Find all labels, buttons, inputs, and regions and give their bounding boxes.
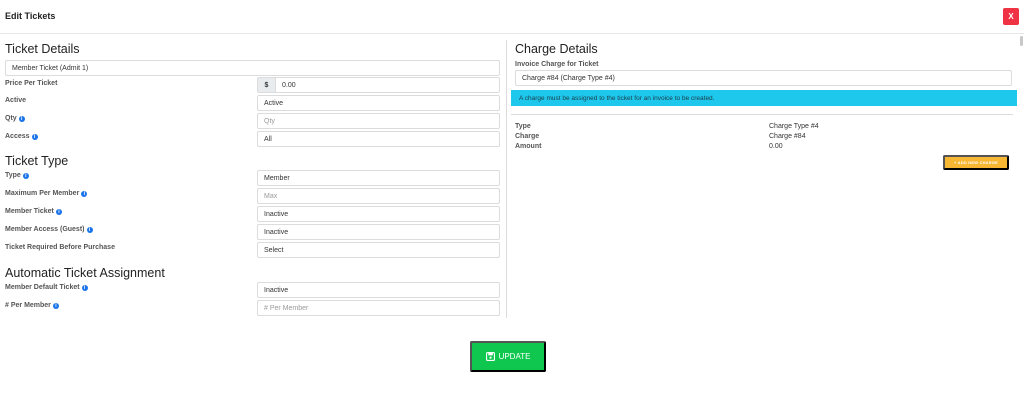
per-member-input[interactable]: # Per Member (257, 300, 500, 316)
charge-type-label: Type (515, 123, 531, 130)
active-label: Active (5, 97, 26, 104)
add-new-charge-button[interactable]: + ADD NEW CHARGE (943, 155, 1009, 170)
charge-value: Charge #84 (769, 133, 806, 140)
ticket-required-select[interactable]: Select (257, 242, 500, 258)
max-per-member-label-text: Maximum Per Member (5, 190, 80, 197)
default-ticket-select[interactable]: Inactive (257, 282, 500, 298)
info-icon[interactable]: i (55, 208, 62, 215)
charge-type-value: Charge Type #4 (769, 123, 819, 130)
member-access-select[interactable]: Inactive (257, 224, 500, 240)
active-label-text: Active (5, 97, 27, 104)
type-label: Type i (5, 172, 29, 179)
invoice-label-text: Invoice Charge for Ticket (515, 61, 599, 68)
qty-label: Qty i (5, 115, 25, 122)
column-divider (506, 40, 507, 318)
info-icon[interactable]: i (22, 172, 29, 179)
default-ticket-label: Member Default Ticket i (5, 284, 88, 291)
access-select[interactable]: All (257, 131, 500, 147)
member-ticket-label: Member Ticket i (5, 208, 62, 215)
member-access-label: Member Access (Guest) i (5, 226, 93, 233)
charge-details-heading: Charge Details (515, 42, 598, 56)
amount-label: Amount (515, 143, 542, 150)
invoice-charge-select[interactable]: Charge #84 (Charge Type #4) (515, 70, 1012, 86)
charge-separator (511, 114, 1013, 115)
type-select[interactable]: Member (257, 170, 500, 186)
invoice-label: Invoice Charge for Ticket (515, 61, 599, 68)
info-icon[interactable]: i (81, 190, 88, 197)
price-label: Price Per Ticket (5, 80, 57, 87)
update-button-label: UPDATE (498, 352, 531, 361)
close-button[interactable]: X (1003, 8, 1019, 25)
qty-input[interactable]: Qty (257, 113, 500, 129)
price-input-group[interactable]: $ 0.00 (257, 77, 500, 93)
default-ticket-label-text: Member Default Ticket (5, 284, 80, 291)
info-icon[interactable]: i (81, 284, 88, 291)
currency-addon: $ (257, 77, 275, 93)
info-icon[interactable]: i (18, 115, 25, 122)
charge-label: Charge (515, 133, 540, 140)
update-button[interactable]: UPDATE (470, 341, 546, 372)
amount-value: 0.00 (769, 143, 783, 150)
max-per-member-input[interactable]: Max (257, 188, 500, 204)
ticket-name-field[interactable]: Member Ticket (Admit 1) (5, 60, 500, 76)
access-label: Access i (5, 133, 38, 140)
price-label-text: Price Per Ticket (5, 80, 58, 87)
scrollbar[interactable] (1018, 36, 1024, 186)
modal-header: Edit Tickets X (0, 0, 1024, 34)
charge-alert: A charge must be assigned to the ticket … (511, 90, 1017, 106)
access-label-text: Access (5, 133, 30, 140)
ticket-required-label-text: Ticket Required Before Purchase (5, 244, 115, 251)
ticket-required-label: Ticket Required Before Purchase (5, 244, 115, 251)
ticket-type-heading: Ticket Type (5, 154, 69, 168)
auto-assignment-heading: Automatic Ticket Assignment (5, 266, 165, 280)
info-icon[interactable]: i (52, 302, 59, 309)
info-icon[interactable]: i (86, 226, 93, 233)
member-access-label-text: Member Access (Guest) (5, 226, 85, 233)
price-input[interactable]: 0.00 (275, 77, 500, 93)
per-member-label-text: # Per Member (5, 302, 51, 309)
scroll-thumb[interactable] (1020, 36, 1023, 46)
per-member-label: # Per Member i (5, 302, 59, 309)
member-ticket-label-text: Member Ticket (5, 208, 54, 215)
qty-label-text: Qty (5, 115, 17, 122)
info-icon[interactable]: i (31, 133, 38, 140)
max-per-member-label: Maximum Per Member i (5, 190, 88, 197)
modal-title: Edit Tickets (5, 11, 56, 21)
member-ticket-select[interactable]: Inactive (257, 206, 500, 222)
ticket-details-heading: Ticket Details (5, 42, 80, 56)
save-icon (485, 352, 495, 361)
active-select[interactable]: Active (257, 95, 500, 111)
type-label-text: Type (5, 172, 21, 179)
